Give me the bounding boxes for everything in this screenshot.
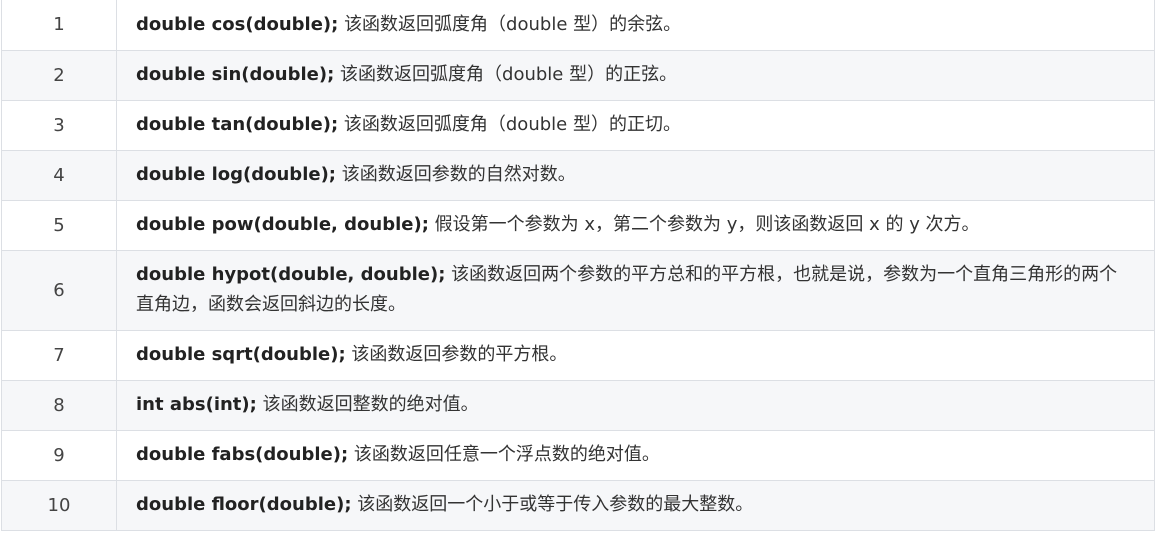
table-row: 4 double log(double); 该函数返回参数的自然对数。 <box>1 149 1155 201</box>
table-row: 8 int abs(int); 该函数返回整数的绝对值。 <box>1 379 1155 431</box>
function-signature: double pow(double, double); <box>136 214 429 235</box>
row-number: 5 <box>1 199 117 251</box>
row-number: 8 <box>1 379 117 431</box>
row-content: double hypot(double, double); 该函数返回两个参数的… <box>116 249 1155 331</box>
row-content: int abs(int); 该函数返回整数的绝对值。 <box>116 379 1155 431</box>
function-description: 该函数返回参数的自然对数。 <box>341 164 576 185</box>
row-number: 9 <box>1 429 117 481</box>
function-signature: double log(double); <box>136 164 336 185</box>
table-row: 10 double floor(double); 该函数返回一个小于或等于传入参… <box>1 479 1155 531</box>
function-signature: double hypot(double, double); <box>136 264 446 285</box>
function-description: 该函数返回任意一个浮点数的绝对值。 <box>353 444 660 465</box>
function-description: 该函数返回弧度角（double 型）的正弦。 <box>340 64 678 85</box>
function-signature: double fabs(double); <box>136 444 349 465</box>
table-row: 3 double tan(double); 该函数返回弧度角（double 型）… <box>1 99 1155 151</box>
function-signature: double tan(double); <box>136 114 339 135</box>
function-description: 该函数返回弧度角（double 型）的正切。 <box>343 114 681 135</box>
row-content: double floor(double); 该函数返回一个小于或等于传入参数的最… <box>116 479 1155 531</box>
function-description: 该函数返回参数的平方根。 <box>351 344 568 365</box>
row-content: double sqrt(double); 该函数返回参数的平方根。 <box>116 329 1155 381</box>
function-signature: int abs(int); <box>136 394 257 415</box>
row-number: 4 <box>1 149 117 201</box>
function-signature: double sqrt(double); <box>136 344 346 365</box>
function-description: 假设第一个参数为 x，第二个参数为 y，则该函数返回 x 的 y 次方。 <box>434 214 980 235</box>
function-description: 该函数返回弧度角（double 型）的余弦。 <box>344 13 682 35</box>
function-description: 该函数返回整数的绝对值。 <box>262 394 479 415</box>
row-number: 7 <box>1 329 117 381</box>
table-row: 7 double sqrt(double); 该函数返回参数的平方根。 <box>1 329 1155 381</box>
row-content: double log(double); 该函数返回参数的自然对数。 <box>116 149 1155 201</box>
row-number: 10 <box>1 479 117 531</box>
table-row: 6 double hypot(double, double); 该函数返回两个参… <box>1 249 1155 331</box>
function-signature: double sin(double); <box>136 64 335 85</box>
function-signature: double cos(double); <box>136 13 339 35</box>
function-signature: double floor(double); <box>136 494 352 515</box>
row-number: 3 <box>1 99 117 151</box>
row-number: 2 <box>1 49 117 101</box>
row-number: 6 <box>1 249 117 331</box>
table-row: 5 double pow(double, double); 假设第一个参数为 x… <box>1 199 1155 251</box>
function-description: 该函数返回一个小于或等于传入参数的最大整数。 <box>357 494 754 515</box>
row-content: double fabs(double); 该函数返回任意一个浮点数的绝对值。 <box>116 429 1155 481</box>
function-table: 1 double cos(double); 该函数返回弧度角（double 型）… <box>1 0 1155 531</box>
table-row: 1 double cos(double); 该函数返回弧度角（double 型）… <box>1 0 1155 51</box>
row-content: double sin(double); 该函数返回弧度角（double 型）的正… <box>116 49 1155 101</box>
row-content: double cos(double); 该函数返回弧度角（double 型）的余… <box>116 0 1155 51</box>
table-row: 2 double sin(double); 该函数返回弧度角（double 型）… <box>1 49 1155 101</box>
row-content: double pow(double, double); 假设第一个参数为 x，第… <box>116 199 1155 251</box>
row-content: double tan(double); 该函数返回弧度角（double 型）的正… <box>116 99 1155 151</box>
row-number: 1 <box>1 0 117 51</box>
table-row: 9 double fabs(double); 该函数返回任意一个浮点数的绝对值。 <box>1 429 1155 481</box>
